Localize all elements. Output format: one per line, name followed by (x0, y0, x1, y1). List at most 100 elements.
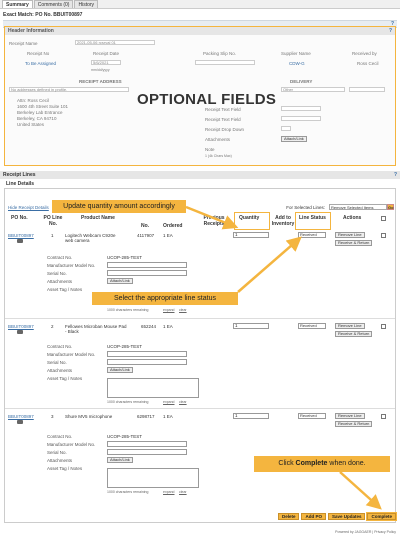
line-status-select[interactable]: Received (298, 323, 326, 329)
select-all-checkbox[interactable] (381, 216, 386, 221)
hide-receipt-details-link[interactable]: Hide Receipt Details (8, 205, 49, 210)
for-selected-label: For Selected Lines: (286, 205, 325, 210)
delete-button[interactable]: Delete (277, 513, 300, 520)
product-name: Shure MV5 microphone (65, 414, 113, 419)
line-status-select[interactable]: Received (298, 413, 326, 419)
delivery-field-label: Receipt Drop Down (205, 127, 245, 132)
col-ordered: Ordered (163, 223, 183, 229)
line-status-callout: Select the appropriate line status (92, 292, 238, 305)
add-po-button[interactable]: Add PO (301, 513, 326, 520)
catalog-no: 4117907 (137, 233, 155, 238)
delivery-field-label: Attachments (205, 137, 231, 142)
receive-return-button[interactable]: Receive & Return (335, 240, 373, 246)
attach-link-button[interactable]: Attach/Link (107, 367, 133, 373)
line-no: 3 (51, 414, 54, 419)
receipt-dropdown[interactable] (281, 126, 291, 131)
header-information-heading: Header Information ? (5, 27, 395, 35)
clear-link[interactable]: clear (179, 308, 187, 312)
asset-tag-label: Asset Tag / Notes (47, 287, 83, 292)
delivery-input[interactable] (349, 87, 385, 92)
serial-no-input[interactable] (107, 359, 187, 365)
update-quantity-callout: Update quantity amount accordingly (52, 200, 186, 213)
manufacturer-model-input[interactable] (107, 351, 187, 357)
expand-link[interactable]: expand (163, 308, 174, 312)
remove-line-button[interactable]: Remove Line (335, 323, 365, 329)
printer-icon[interactable] (17, 239, 23, 243)
col-add-to-inventory: Add to Inventory (271, 215, 295, 227)
receipt-date-input[interactable]: 5/6/2021 (91, 60, 121, 65)
save-updates-button[interactable]: Save Updates (327, 513, 366, 520)
attach-link-button[interactable]: Attach/Link (107, 278, 133, 284)
col-catalog-no: No. (141, 223, 150, 229)
tab-history[interactable]: History (74, 0, 99, 8)
chars-remaining: 1000 characters remaining (107, 308, 149, 312)
serial-no-label: Serial No. (47, 450, 67, 455)
receive-return-button[interactable]: Receive & Return (335, 421, 373, 427)
serial-no-label: Serial No. (47, 360, 67, 365)
packing-slip-input[interactable] (195, 60, 255, 65)
printer-icon[interactable] (17, 420, 23, 424)
receipt-text-input[interactable] (281, 106, 321, 111)
clear-link[interactable]: clear (179, 490, 187, 494)
manufacturer-model-input[interactable] (107, 262, 187, 268)
receipt-address-label: RECEIPT ADDRESS (79, 79, 122, 84)
line-status-select[interactable]: Received (298, 232, 326, 238)
chars-remaining: 1000 characters remaining (107, 490, 149, 494)
receipt-no-value: To Be Assigned (25, 61, 57, 66)
contract-no-value: UCOP-285-TEST (107, 344, 143, 349)
help-icon[interactable]: ? (389, 28, 392, 34)
remove-line-button[interactable]: Remove Line (335, 413, 365, 419)
go-button[interactable]: Go (387, 204, 394, 210)
expand-link[interactable]: expand (163, 490, 174, 494)
attach-link-button[interactable]: Attach/Link (107, 457, 133, 463)
line-checkbox[interactable] (381, 324, 386, 329)
date-format-hint: mm/dd/yyyy (91, 68, 110, 72)
tab-summary[interactable]: Summary (2, 0, 33, 8)
printer-icon[interactable] (17, 330, 23, 334)
chars-remaining: 1000 characters remaining (107, 400, 149, 404)
receipt-name-label: Receipt Name (9, 41, 38, 46)
receipt-text-input[interactable] (281, 116, 321, 121)
serial-no-input[interactable] (107, 270, 187, 276)
receipt-name-input[interactable]: 2021-05-06 rcsrval 01 (75, 40, 155, 45)
po-link[interactable]: BBUIT00897 (8, 414, 34, 419)
address-select[interactable]: No addresses defined in profile. (9, 87, 129, 92)
receipt-lines-heading: Receipt Lines ? (0, 171, 400, 179)
quantity-input[interactable]: 1 (233, 232, 269, 238)
line-checkbox[interactable] (381, 233, 386, 238)
line-no: 1 (51, 233, 54, 238)
row-divider (5, 318, 395, 319)
col-received-by: Received by (352, 51, 377, 56)
received-by-value: Ross Cecil (357, 61, 379, 66)
quantity-input[interactable]: 1 (233, 323, 269, 329)
delivery-field-label: Note (205, 147, 215, 152)
manufacturer-model-input[interactable] (107, 441, 187, 447)
attachments-label: Attachments (47, 458, 73, 463)
address-block: Attn: Ross Cecil 1600 4th Street Suite 1… (17, 98, 68, 128)
tab-comments[interactable]: Comments (0) (33, 0, 74, 8)
asset-tag-label: Asset Tag / Notes (47, 376, 83, 381)
for-selected-select[interactable]: Remove Selected Items (329, 204, 387, 210)
serial-no-label: Serial No. (47, 271, 67, 276)
line-checkbox[interactable] (381, 414, 386, 419)
po-link[interactable]: BBUIT00897 (8, 324, 34, 329)
ordered-qty: 1 EA (163, 233, 173, 238)
serial-no-input[interactable] (107, 449, 187, 455)
clear-link[interactable]: clear (179, 400, 187, 404)
receive-return-button[interactable]: Receive & Return (335, 331, 373, 337)
supplier-value: CDW-G (289, 61, 305, 66)
col-po-no: PO No. (11, 215, 28, 221)
row-divider (5, 408, 395, 409)
optional-fields-label: OPTIONAL FIELDS (137, 91, 277, 108)
delivery-select[interactable]: Other (281, 87, 345, 92)
complete-button[interactable]: Complete (366, 512, 397, 521)
remove-line-button[interactable]: Remove Line (335, 232, 365, 238)
asset-tag-textarea[interactable] (107, 378, 199, 398)
quantity-input[interactable]: 1 (233, 413, 269, 419)
attach-link-button[interactable]: Attach/Link (281, 136, 307, 142)
expand-link[interactable]: expand (163, 400, 174, 404)
help-icon[interactable]: ? (394, 172, 397, 178)
col-packing-slip: Packing Slip No. (203, 51, 237, 56)
po-link[interactable]: BBUIT00897 (8, 233, 34, 238)
asset-tag-textarea[interactable] (107, 468, 199, 488)
